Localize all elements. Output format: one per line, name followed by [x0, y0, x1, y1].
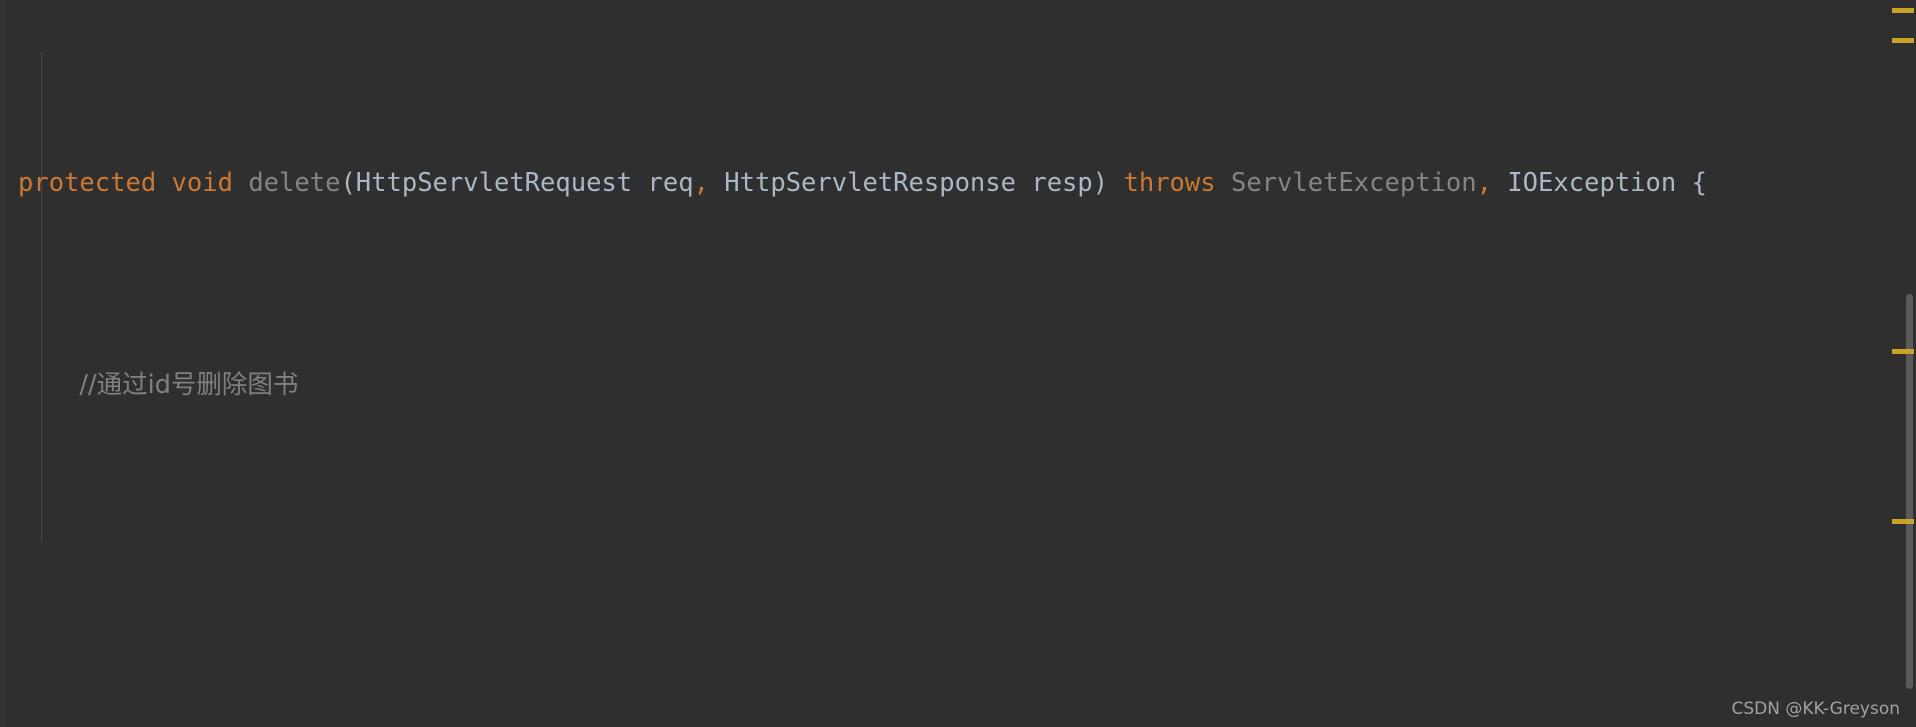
- method-name-delete: delete: [248, 168, 341, 198]
- param-resp: resp: [1031, 168, 1093, 198]
- brace-open: {: [1691, 168, 1707, 198]
- warning-marker-3[interactable]: [1892, 349, 1914, 354]
- code-line-signature[interactable]: protected void delete(HttpServletRequest…: [0, 152, 1916, 214]
- error-stripe-marker-bar[interactable]: [1890, 0, 1916, 727]
- code-content[interactable]: protected void delete(HttpServletRequest…: [0, 0, 1916, 727]
- paren-open: (: [340, 168, 356, 198]
- code-editor[interactable]: protected void delete(HttpServletRequest…: [0, 0, 1916, 727]
- warning-marker-4[interactable]: [1892, 519, 1914, 524]
- exception-servletexception: ServletException: [1230, 168, 1477, 198]
- comma-2: ,: [1476, 168, 1492, 198]
- exception-ioexception: IOException: [1507, 168, 1677, 198]
- paren-close: ): [1092, 168, 1109, 198]
- csdn-watermark: CSDN @KK-Greyson: [1731, 699, 1900, 719]
- param-req: req: [647, 168, 694, 198]
- type-httpservletrequest: HttpServletRequest: [355, 168, 633, 198]
- type-httpservletresponse: HttpServletResponse: [724, 168, 1016, 198]
- code-line-blank-1[interactable]: [0, 556, 1916, 594]
- keyword-protected: protected: [18, 168, 157, 198]
- warning-marker-2[interactable]: [1892, 38, 1914, 43]
- code-line-comment-1[interactable]: //通过id号删除图书: [0, 366, 1916, 404]
- keyword-void: void: [171, 168, 233, 198]
- keyword-throws: throws: [1123, 168, 1216, 198]
- warning-marker-1[interactable]: [1892, 8, 1914, 13]
- comment-delete-by-id: //通过id号删除图书: [79, 370, 299, 400]
- comma-1: ,: [693, 168, 709, 198]
